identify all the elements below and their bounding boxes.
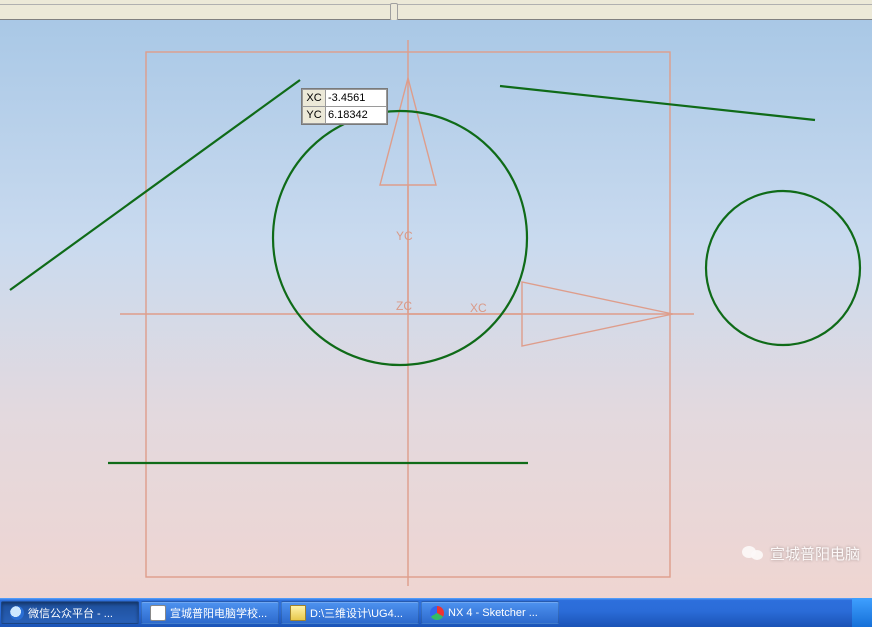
sketch-curves[interactable] bbox=[10, 80, 860, 463]
cad-viewport[interactable]: YC ZC XC XC -3.4561 YC 6.18342 宣城普阳电脑 bbox=[0, 20, 872, 600]
ie-icon bbox=[10, 606, 24, 620]
taskbar-item-label: 微信公众平台 - ... bbox=[28, 605, 113, 621]
watermark-text: 宣城普阳电脑 bbox=[770, 543, 860, 564]
xc-label: XC bbox=[303, 90, 326, 107]
toolbar-grip[interactable] bbox=[390, 3, 398, 21]
xc-input[interactable]: -3.4561 bbox=[326, 90, 387, 107]
taskbar-item-1[interactable]: 宣城普阳电脑学校... bbox=[141, 601, 279, 624]
taskbar[interactable]: 微信公众平台 - ... 宣城普阳电脑学校... D:\三维设计\UG4... … bbox=[0, 598, 872, 627]
system-tray[interactable] bbox=[852, 598, 872, 627]
sketch-canvas[interactable]: YC ZC XC bbox=[0, 20, 872, 600]
yc-label: YC bbox=[303, 107, 326, 124]
taskbar-item-label: 宣城普阳电脑学校... bbox=[170, 605, 267, 621]
axis-label-yc: YC bbox=[396, 229, 413, 243]
datum-geometry bbox=[120, 40, 694, 586]
taskbar-item-3[interactable]: NX 4 - Sketcher ... bbox=[421, 601, 559, 624]
app-icon bbox=[150, 605, 166, 621]
watermark: 宣城普阳电脑 bbox=[742, 543, 860, 564]
taskbar-item-label: D:\三维设计\UG4... bbox=[310, 605, 403, 621]
axis-label-xc: XC bbox=[470, 301, 487, 315]
taskbar-item-2[interactable]: D:\三维设计\UG4... bbox=[281, 601, 419, 624]
folder-icon bbox=[290, 605, 306, 621]
wechat-icon bbox=[742, 544, 764, 564]
toolbar-stub bbox=[0, 5, 872, 20]
taskbar-item-0[interactable]: 微信公众平台 - ... bbox=[1, 601, 139, 624]
taskbar-item-label: NX 4 - Sketcher ... bbox=[448, 607, 538, 619]
coord-input-box[interactable]: XC -3.4561 YC 6.18342 bbox=[301, 88, 388, 125]
yc-input[interactable]: 6.18342 bbox=[326, 107, 387, 124]
axis-label-zc: ZC bbox=[396, 299, 412, 313]
nx-icon bbox=[430, 606, 444, 620]
